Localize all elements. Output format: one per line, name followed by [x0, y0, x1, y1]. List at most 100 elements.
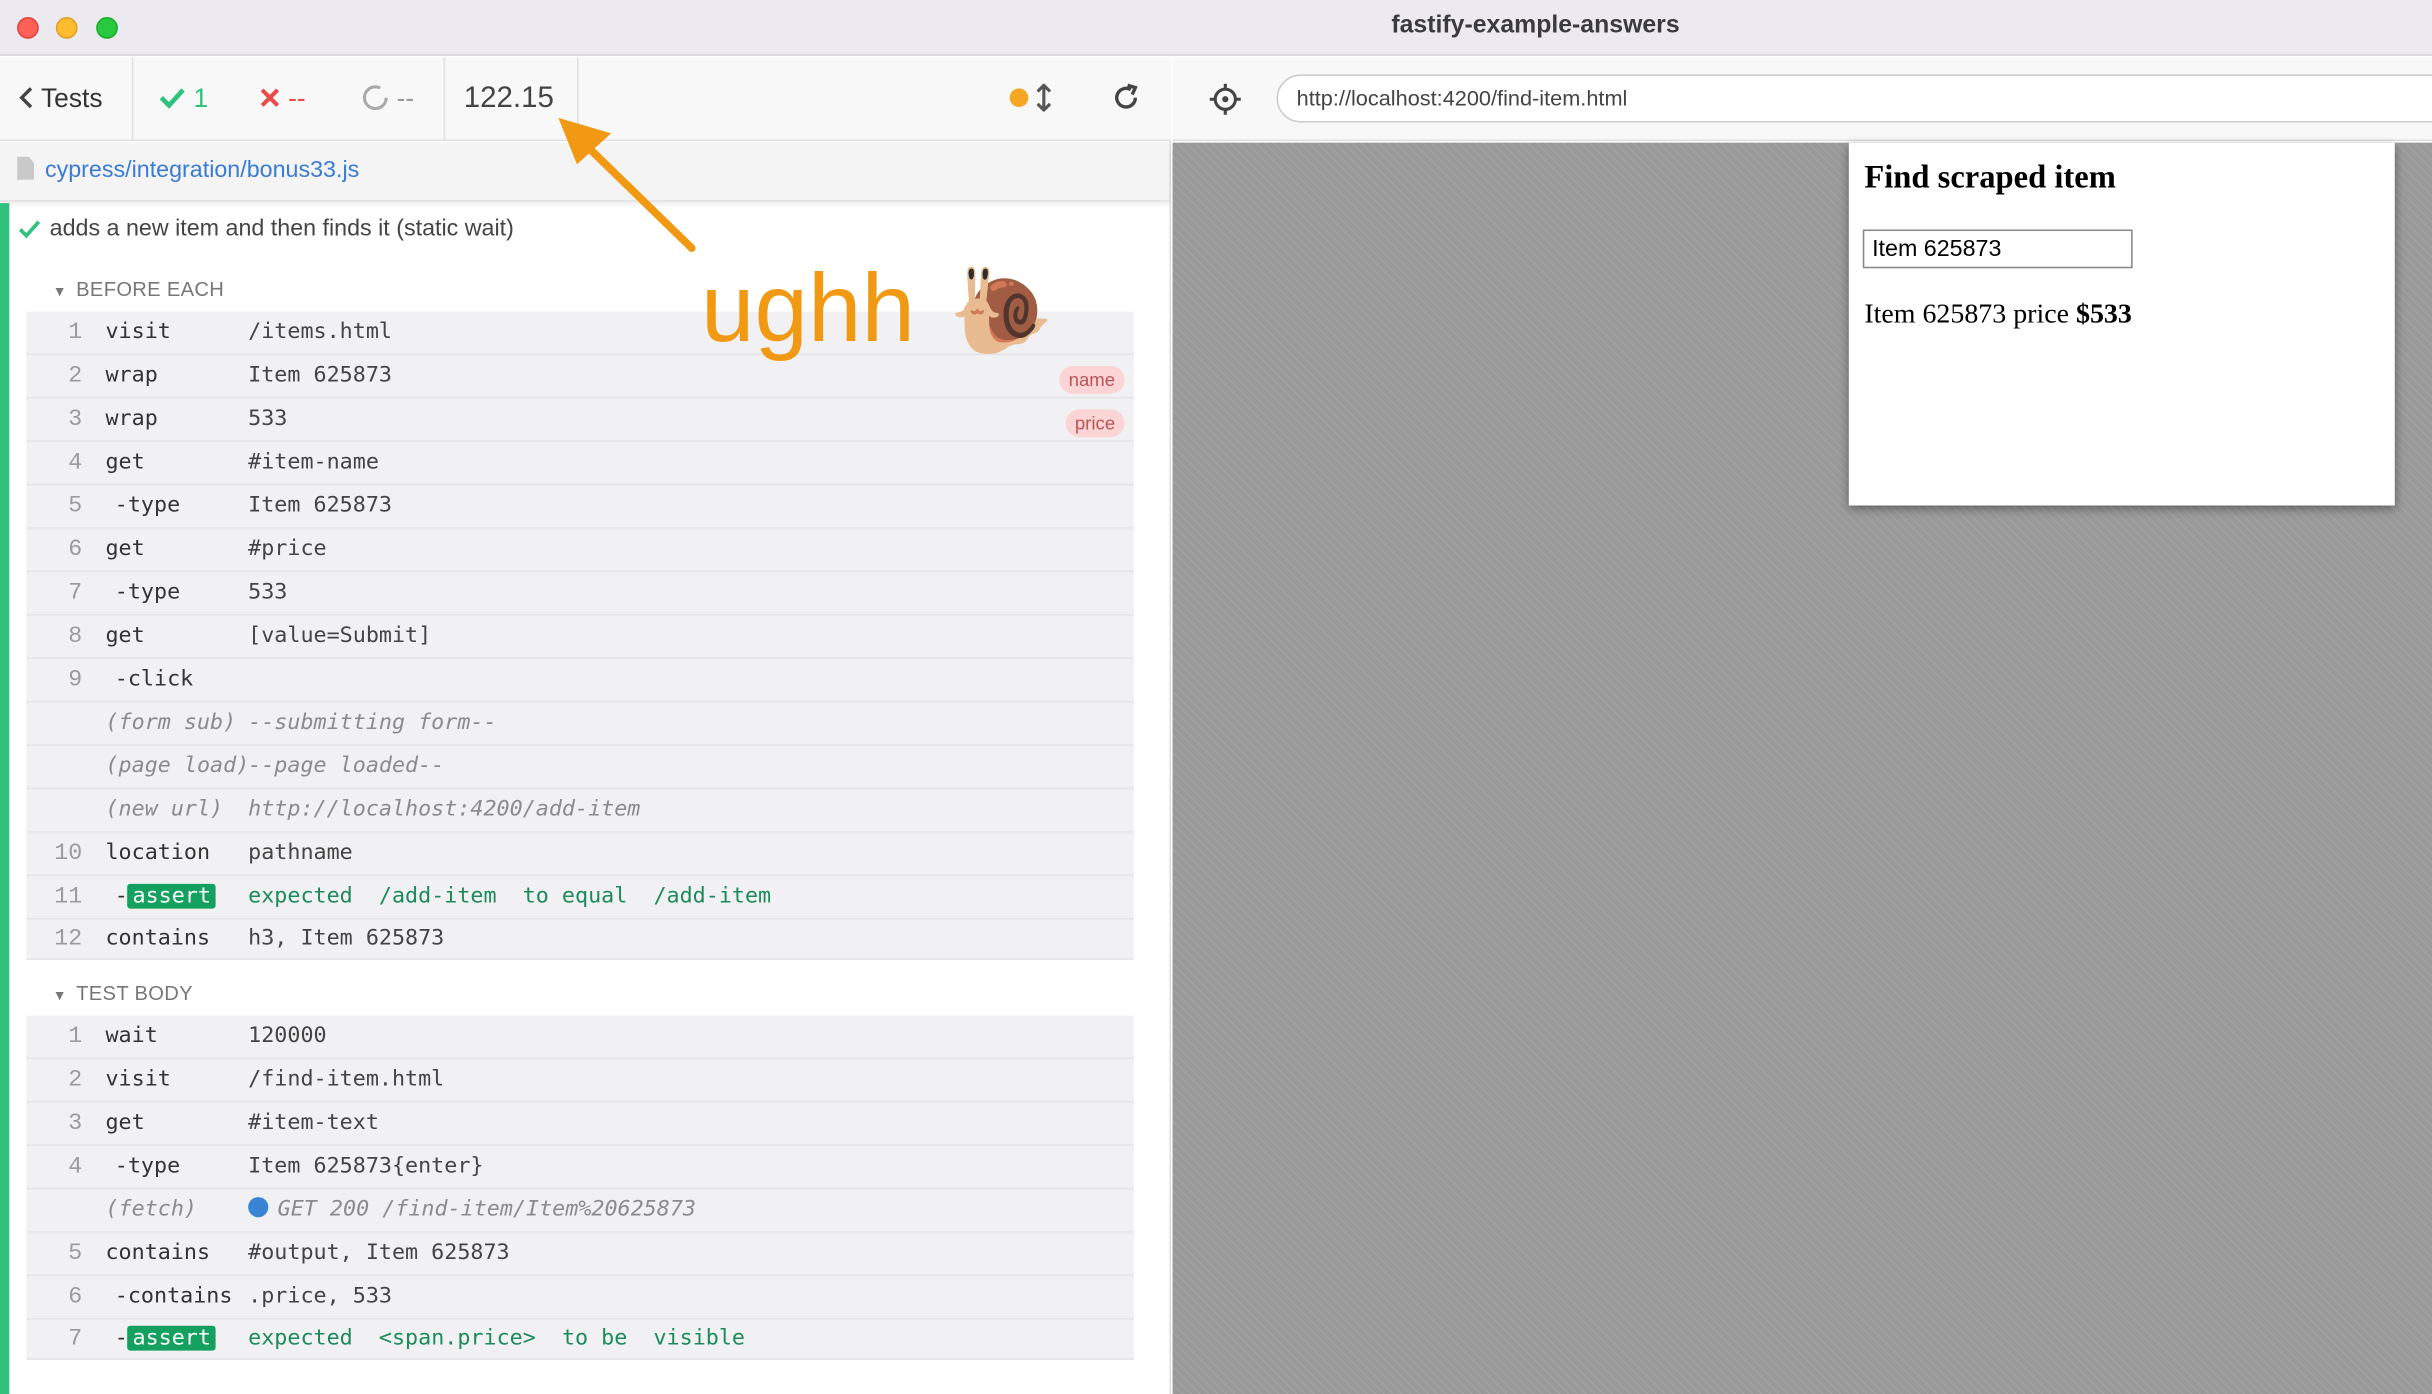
command-message: h3, Item 625873: [248, 926, 444, 951]
command-row[interactable]: 5 contains #output, Item 625873: [26, 1233, 1134, 1277]
command-message: --submitting form--: [248, 710, 496, 735]
command-row[interactable]: 10 location pathname: [26, 833, 1134, 877]
command-row[interactable]: 6 get #price: [26, 529, 1134, 573]
assert-badge: assert: [127, 883, 216, 909]
test-title[interactable]: adds a new item and then finds it (stati…: [50, 216, 514, 242]
command-number: 2: [68, 1066, 83, 1094]
selector-playground-button[interactable]: [1208, 82, 1242, 124]
command-number: 5: [68, 1240, 83, 1267]
test-pass-icon: [18, 219, 41, 247]
command-row[interactable]: 1 wait 120000: [26, 1016, 1134, 1060]
command-name: -contains: [114, 1283, 233, 1309]
command-number: 3: [68, 1110, 83, 1137]
command-name: contains: [105, 925, 211, 951]
assert-badge: assert: [127, 1325, 216, 1351]
command-name: visit: [105, 1066, 171, 1092]
command-number: 12: [54, 925, 83, 953]
spec-path-link[interactable]: cypress/integration/bonus33.js: [45, 157, 359, 183]
caret-down-icon: ▼: [52, 283, 67, 300]
before-each-section-header[interactable]: ▼ BEFORE EACH: [53, 278, 224, 301]
command-row[interactable]: 2 wrap Item 625873 name: [26, 355, 1134, 399]
command-number: 7: [68, 579, 83, 607]
dash: -: [114, 883, 128, 909]
message-part: /add-item: [378, 883, 497, 909]
before-each-commands: 1 visit/items.html 2 wrap Item 625873 name 3 wr…: [26, 311, 1134, 960]
command-name: wait: [105, 1023, 158, 1049]
dash: -: [114, 1325, 128, 1351]
refresh-icon: [1115, 83, 1138, 109]
pending-circle-icon: [362, 85, 388, 111]
url-bar: http://localhost:4200/find-item.html: [1172, 57, 2432, 142]
command-number: 11: [54, 883, 83, 911]
chevron-left-icon: [19, 87, 33, 109]
command-row[interactable]: (page load) --page loaded--: [26, 746, 1134, 790]
command-row[interactable]: 9 -click: [26, 659, 1134, 703]
message-text: http://localhost:4200/add-item: [248, 797, 641, 822]
caret-down-icon: ▼: [52, 987, 67, 1004]
test-body-section-header[interactable]: ▼ TEST BODY: [53, 982, 193, 1005]
command-message: --page loaded--: [248, 754, 444, 779]
command-row[interactable]: (new url) http://localhost:4200/add-item: [26, 789, 1134, 833]
message-text: Item 625873: [248, 362, 392, 388]
tests-button[interactable]: Tests: [19, 57, 103, 141]
crosshair-icon: [1209, 83, 1241, 115]
message-text: #item-text: [248, 1110, 379, 1136]
command-row[interactable]: (form sub) --submitting form--: [26, 702, 1134, 746]
command-number: 2: [68, 362, 83, 390]
command-name: - assert: [114, 1325, 216, 1351]
message-part: /add-item: [653, 883, 772, 909]
command-number: 6: [68, 536, 83, 563]
command-row[interactable]: 7 -type 533: [26, 572, 1134, 616]
command-number: 7: [68, 1325, 83, 1353]
message-text: [value=Submit]: [248, 623, 432, 649]
command-row[interactable]: 4 -type Item 625873{enter}: [26, 1146, 1134, 1190]
file-icon: [17, 156, 35, 180]
message-text: --page loaded--: [248, 753, 445, 779]
command-message: Item 625873{enter}: [248, 1154, 483, 1179]
command-row[interactable]: 7 - assert expected <span.price> to be visi…: [26, 1320, 1134, 1360]
item-text-input[interactable]: Item 625873: [1862, 229, 2133, 269]
command-name: get: [105, 1110, 145, 1136]
message-part: to be: [561, 1325, 628, 1351]
command-name: - assert: [114, 883, 216, 909]
command-message: /find-item.html: [248, 1067, 444, 1092]
message-part: to equal: [522, 883, 628, 909]
message-part: expected: [248, 1325, 353, 1351]
page-heading: Find scraped item: [1864, 158, 2116, 196]
message-text: #price: [248, 536, 327, 562]
rerun-button[interactable]: [1111, 57, 1142, 141]
command-row[interactable]: 4 get #item-name: [26, 442, 1134, 486]
command-row[interactable]: 2 visit/find-item.html: [26, 1059, 1134, 1103]
auto-scroll-toggle[interactable]: [1009, 57, 1051, 141]
command-row[interactable]: 6 -contains .price, 533: [26, 1276, 1134, 1320]
command-row[interactable]: (fetch) GET 200 /find-item/Item%20625873: [26, 1189, 1134, 1233]
check-icon: [159, 88, 185, 109]
app-iframe: Find scraped item Item 625873 Item 62587…: [1848, 142, 2395, 506]
command-row[interactable]: 3 wrap 533 price: [26, 399, 1134, 442]
window-titlebar: fastify-example-answers: [0, 0, 2432, 56]
command-row[interactable]: 12 contains h3, Item 625873: [26, 920, 1134, 960]
url-input[interactable]: http://localhost:4200/find-item.html: [1276, 74, 2432, 123]
command-number: 5: [68, 493, 83, 520]
message-text: pathname: [248, 840, 353, 866]
command-number: 9: [68, 666, 83, 694]
command-row[interactable]: 3 get #item-text: [26, 1102, 1134, 1146]
x-icon: [260, 88, 280, 107]
command-message: [value=Submit]: [248, 623, 431, 648]
pending-value: --: [396, 83, 415, 114]
app-preview-pane: http://localhost:4200/find-item.html Fin…: [1172, 57, 2432, 1394]
command-row[interactable]: 8 get [value=Submit]: [26, 616, 1134, 660]
check-icon: [18, 220, 41, 239]
command-name: wrap: [105, 362, 158, 388]
command-message: #output, Item 625873: [248, 1240, 509, 1265]
message-text: GET 200 /find-item/Item%20625873: [277, 1197, 696, 1222]
message-text: 120000: [248, 1023, 327, 1049]
command-row[interactable]: 5 -type Item 625873: [26, 485, 1134, 529]
command-number: 6: [68, 1283, 83, 1311]
command-name: -click: [114, 666, 194, 692]
window-title: fastify-example-answers: [1391, 12, 1680, 39]
before-each-label: BEFORE EACH: [76, 277, 225, 301]
passed-count: 1: [158, 57, 208, 141]
test-body-commands: 1 wait 120000 2 visit/find-item.html 3 get #ite…: [26, 1015, 1134, 1360]
command-row[interactable]: 11 - assert expected /add-item to equal /ad…: [26, 876, 1134, 920]
